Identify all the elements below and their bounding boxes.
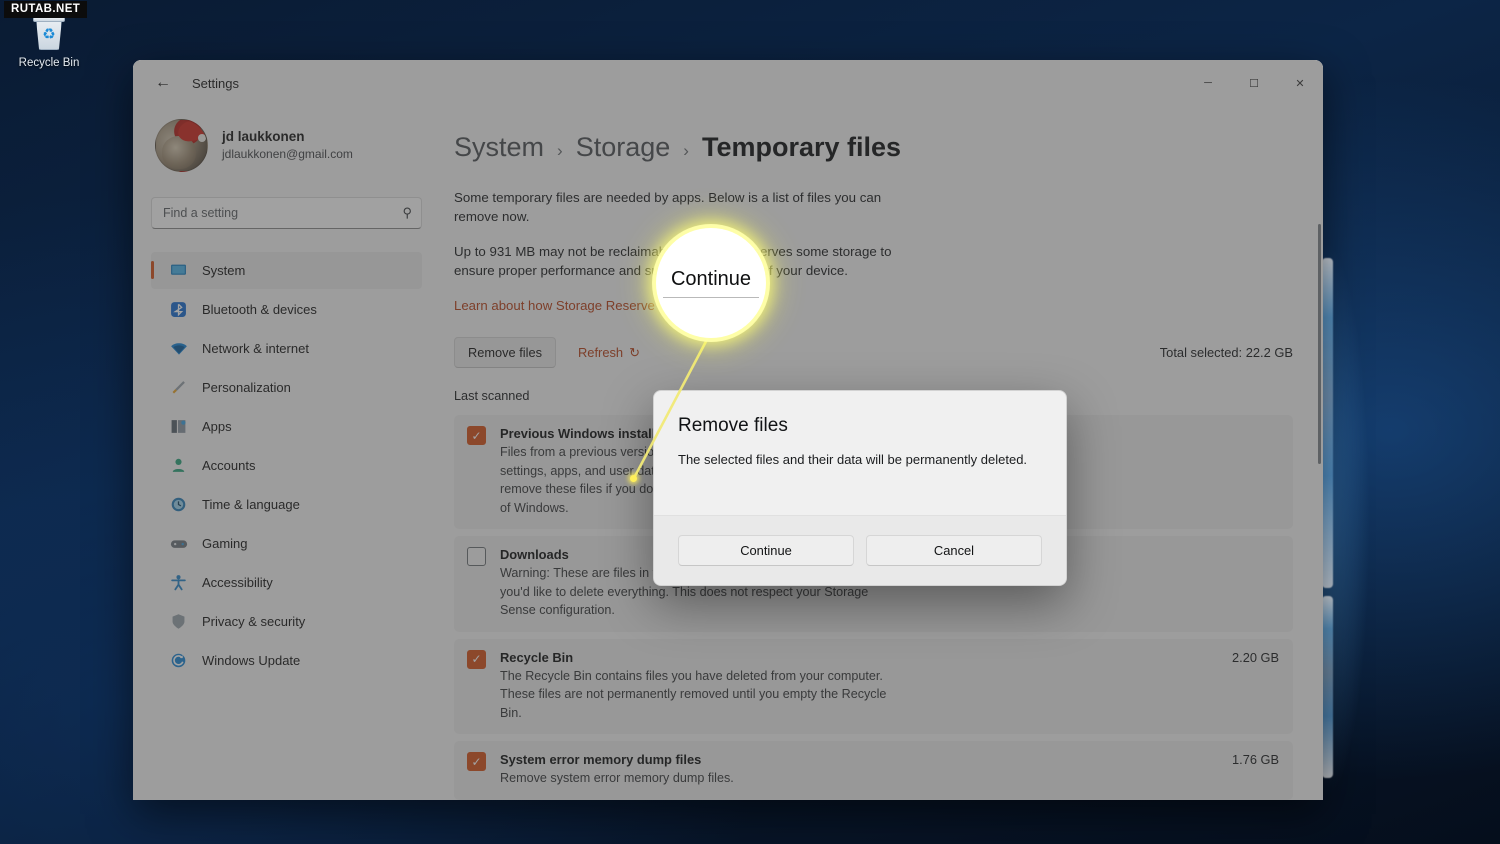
desktop: RUTAB.NET ♻ Recycle Bin ← Settings ─ ☐ ✕ bbox=[0, 0, 1500, 844]
file-row-recycle-bin[interactable]: ✓ Recycle Bin 2.20 GB The Recycle Bin co… bbox=[454, 639, 1293, 735]
file-title: System error memory dump files bbox=[500, 752, 702, 767]
account-card[interactable]: jd laukkonen jdlaukkonen@gmail.com bbox=[151, 106, 422, 176]
intro-paragraph-1: Some temporary files are needed by apps.… bbox=[454, 190, 882, 224]
remove-files-button[interactable]: Remove files bbox=[454, 337, 556, 368]
sidebar-item-accessibility[interactable]: Accessibility bbox=[151, 564, 422, 601]
dialog-message: The selected files and their data will b… bbox=[678, 452, 1028, 467]
close-icon[interactable]: ✕ bbox=[1277, 60, 1323, 106]
sidebar-item-label: Bluetooth & devices bbox=[202, 302, 317, 317]
file-description: Remove system error memory dump files. bbox=[500, 771, 734, 785]
shield-icon bbox=[169, 612, 188, 631]
bluetooth-icon bbox=[169, 300, 188, 319]
dialog-body: Remove files The selected files and thei… bbox=[654, 391, 1066, 515]
dialog-title: Remove files bbox=[678, 415, 788, 436]
checkbox-recycle-bin[interactable]: ✓ bbox=[467, 649, 486, 669]
sidebar-item-label: Accounts bbox=[202, 458, 256, 473]
checkbox-downloads[interactable] bbox=[467, 547, 486, 566]
sidebar-item-system[interactable]: System bbox=[151, 252, 422, 289]
sidebar-item-label: Personalization bbox=[202, 380, 291, 395]
file-title: Downloads bbox=[500, 547, 569, 562]
sidebar-item-windows-update[interactable]: Windows Update bbox=[151, 642, 422, 679]
person-icon bbox=[169, 456, 188, 475]
breadcrumb-storage[interactable]: Storage bbox=[576, 132, 671, 163]
breadcrumb: System › Storage › Temporary files bbox=[454, 132, 1293, 163]
sidebar-item-accounts[interactable]: Accounts bbox=[151, 447, 422, 484]
wallpaper-ribbon-upper bbox=[1322, 258, 1333, 588]
sidebar-item-apps[interactable]: Apps bbox=[151, 408, 422, 445]
file-title: Recycle Bin bbox=[500, 649, 574, 665]
callout-target-dot bbox=[630, 475, 637, 482]
checkbox-previous-windows[interactable]: ✓ bbox=[467, 426, 486, 445]
checkbox-system-error-dump[interactable]: ✓ bbox=[467, 752, 486, 771]
window-title: Settings bbox=[192, 75, 239, 91]
dialog-continue-button[interactable]: Continue bbox=[678, 535, 854, 566]
recycle-bin-label: Recycle Bin bbox=[18, 57, 80, 69]
page-title: Temporary files bbox=[701, 132, 902, 162]
chevron-right-icon: › bbox=[557, 141, 563, 160]
window-titlebar: ← Settings ─ ☐ ✕ bbox=[133, 60, 1323, 106]
dialog-cancel-button[interactable]: Cancel bbox=[866, 535, 1042, 566]
recycle-bin-icon: ♻ bbox=[32, 16, 66, 52]
wallpaper-ribbon-lower bbox=[1322, 596, 1333, 778]
sidebar-item-label: System bbox=[202, 263, 246, 278]
sidebar-item-personalization[interactable]: Personalization bbox=[151, 369, 422, 406]
gamepad-icon bbox=[169, 534, 188, 553]
account-email: jdlaukkonen@gmail.com bbox=[222, 146, 353, 161]
dialog-footer: Continue Cancel bbox=[654, 515, 1066, 585]
sidebar-nav: System Bluetooth & devices Network & int… bbox=[151, 252, 422, 679]
file-size: 1.76 GB bbox=[1232, 752, 1279, 767]
monitor-icon bbox=[169, 261, 188, 280]
minimize-icon[interactable]: ─ bbox=[1185, 60, 1231, 106]
sidebar-item-label: Time & language bbox=[202, 497, 300, 512]
search-icon[interactable]: ⚲ bbox=[402, 205, 412, 221]
refresh-button-label: Refresh bbox=[577, 345, 624, 360]
sidebar-item-network-internet[interactable]: Network & internet bbox=[151, 330, 422, 367]
sidebar: jd laukkonen jdlaukkonen@gmail.com ⚲ Sys… bbox=[133, 106, 440, 800]
sidebar-item-label: Accessibility bbox=[202, 575, 273, 590]
clock-globe-icon bbox=[169, 495, 188, 514]
refresh-button[interactable]: Refresh ↻ bbox=[578, 345, 640, 361]
file-row-system-error-dump[interactable]: ✓ System error memory dump files 1.76 GB… bbox=[454, 741, 1293, 800]
avatar bbox=[155, 118, 208, 172]
sidebar-item-time-language[interactable]: Time & language bbox=[151, 486, 422, 523]
sidebar-item-label: Gaming bbox=[202, 536, 248, 551]
magnifier-underline bbox=[663, 297, 759, 298]
sidebar-item-bluetooth-devices[interactable]: Bluetooth & devices bbox=[151, 291, 422, 328]
update-refresh-icon bbox=[169, 651, 188, 670]
back-arrow-icon[interactable]: ← bbox=[147, 67, 179, 99]
site-watermark: RUTAB.NET bbox=[4, 1, 88, 18]
account-name: jd laukkonen bbox=[222, 128, 305, 144]
total-selected-text: Total selected: 22.2 GB bbox=[1159, 345, 1293, 360]
sidebar-item-label: Privacy & security bbox=[202, 614, 306, 629]
sidebar-item-label: Windows Update bbox=[202, 653, 301, 668]
magnifier-callout: Continue bbox=[656, 228, 766, 338]
settings-window: ← Settings ─ ☐ ✕ jd laukkonen jdlaukkone… bbox=[133, 60, 1323, 800]
sidebar-item-privacy-security[interactable]: Privacy & security bbox=[151, 603, 422, 640]
content-scrollbar[interactable] bbox=[1318, 224, 1321, 464]
breadcrumb-system[interactable]: System bbox=[454, 132, 544, 163]
file-size: 2.20 GB bbox=[1232, 649, 1279, 665]
learn-storage-reserve-link[interactable]: Learn about how Storage Reserve works bbox=[454, 298, 693, 313]
search-input[interactable] bbox=[163, 206, 403, 220]
sidebar-item-gaming[interactable]: Gaming bbox=[151, 525, 422, 562]
action-row: Remove files Refresh ↻ Total selected: 2… bbox=[454, 337, 1293, 368]
apps-grid-icon bbox=[169, 417, 188, 436]
sidebar-item-label: Apps bbox=[202, 419, 232, 434]
refresh-icon: ↻ bbox=[629, 344, 640, 360]
accessibility-icon bbox=[169, 573, 188, 592]
chevron-right-icon: › bbox=[683, 141, 689, 160]
wifi-icon bbox=[169, 339, 188, 358]
desktop-icon-recycle-bin[interactable]: ♻ Recycle Bin bbox=[8, 16, 90, 69]
search-box[interactable]: ⚲ bbox=[151, 197, 422, 229]
sidebar-item-label: Network & internet bbox=[202, 341, 309, 356]
magnifier-callout-label: Continue bbox=[670, 268, 752, 290]
paintbrush-icon bbox=[169, 378, 188, 397]
maximize-icon[interactable]: ☐ bbox=[1231, 60, 1277, 106]
file-description: The Recycle Bin contains files you have … bbox=[500, 668, 887, 720]
remove-files-dialog: Remove files The selected files and thei… bbox=[653, 390, 1067, 586]
window-controls: ─ ☐ ✕ bbox=[1185, 60, 1323, 106]
